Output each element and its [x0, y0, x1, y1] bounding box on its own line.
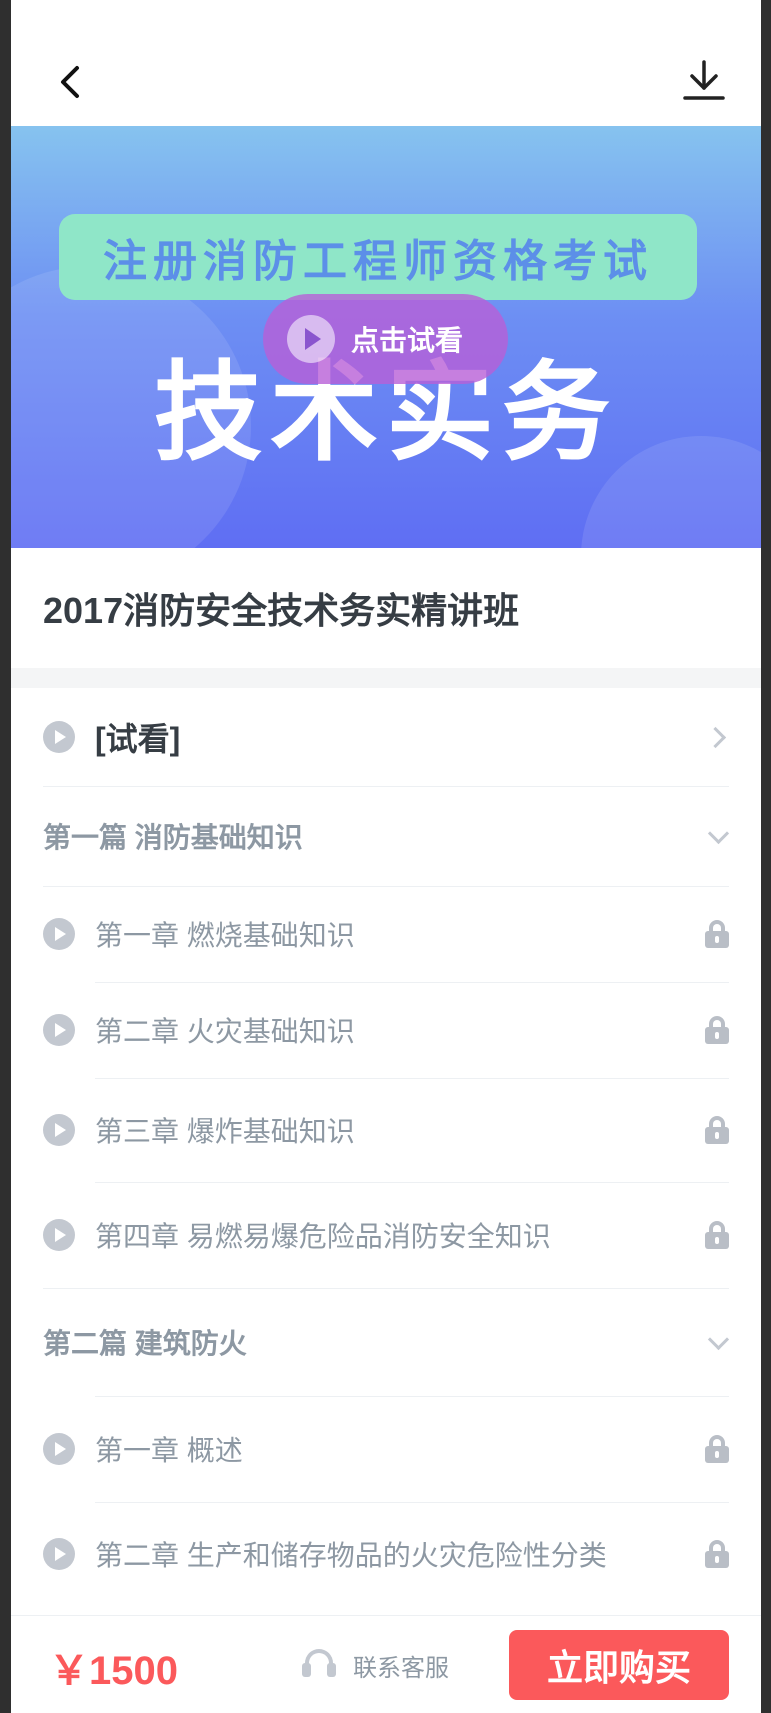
section-title: 第二篇 建筑防火 — [43, 1328, 247, 1359]
chevron-left-icon[interactable] — [51, 62, 91, 102]
app-screen: 注册消防工程师资格考试 技术实务 点击试看 2017消防安全技术务实精讲班 [试… — [11, 0, 761, 1713]
play-icon — [43, 1433, 75, 1465]
top-bar — [11, 0, 761, 126]
list-item-label: 第一章 燃烧基础知识 — [95, 920, 355, 951]
play-icon — [43, 1219, 75, 1251]
buy-now-button[interactable]: 立即购买 — [509, 1630, 729, 1700]
list-item-lesson[interactable]: 第一章 燃烧基础知识 — [43, 886, 729, 982]
play-icon — [287, 315, 335, 363]
section-title: 第一篇 消防基础知识 — [43, 822, 303, 853]
play-icon — [43, 1114, 75, 1146]
list-item-label: 第三章 爆炸基础知识 — [95, 1116, 355, 1147]
contact-service-label: 联系客服 — [353, 1654, 449, 1682]
lock-icon — [705, 1540, 729, 1568]
download-icon[interactable] — [681, 58, 727, 104]
play-icon — [43, 1014, 75, 1046]
trial-play-label: 点击试看 — [351, 325, 464, 356]
list-item-label: [试看] — [95, 721, 181, 757]
list-item-trial[interactable]: [试看] — [43, 688, 729, 786]
section-header-part1[interactable]: 第一篇 消防基础知识 — [43, 786, 729, 886]
list-item-label: 第二章 火灾基础知识 — [95, 1016, 355, 1047]
banner-subtitle: 注册消防工程师资格考试 — [103, 237, 653, 286]
list-item-label: 第二章 生产和储存物品的火灾危险性分类 — [95, 1540, 607, 1571]
list-item-lesson[interactable]: 第二章 生产和储存物品的火灾危险性分类 — [43, 1502, 729, 1606]
course-title: 2017消防安全技术务实精讲班 — [43, 590, 520, 631]
lock-icon — [705, 1221, 729, 1249]
play-icon — [43, 1538, 75, 1570]
price: ￥1500 — [49, 1649, 178, 1693]
bottom-bar: ￥1500 联系客服 立即购买 — [11, 1615, 761, 1713]
lock-icon — [705, 1116, 729, 1144]
lock-icon — [705, 1435, 729, 1463]
play-icon — [43, 721, 75, 753]
list-item-lesson[interactable]: 第二章 火灾基础知识 — [43, 982, 729, 1078]
play-icon — [43, 918, 75, 950]
list-item-lesson[interactable]: 第三章 爆炸基础知识 — [43, 1078, 729, 1182]
list-item-lesson[interactable]: 第四章 易燃易爆危险品消防安全知识 — [43, 1182, 729, 1288]
contact-service-button[interactable]: 联系客服 — [297, 1643, 449, 1687]
chevron-right-icon — [707, 726, 729, 748]
headset-icon — [297, 1643, 341, 1687]
course-banner: 注册消防工程师资格考试 技术实务 点击试看 — [11, 126, 761, 548]
section-header-part2[interactable]: 第二篇 建筑防火 — [43, 1288, 729, 1396]
list-item-label: 第一章 概述 — [95, 1435, 243, 1466]
trial-play-button[interactable]: 点击试看 — [263, 294, 508, 384]
list-item-label: 第四章 易燃易爆危险品消防安全知识 — [95, 1221, 551, 1252]
lock-icon — [705, 1016, 729, 1044]
section-gap — [11, 668, 761, 688]
list-item-lesson[interactable]: 第一章 概述 — [43, 1396, 729, 1502]
lock-icon — [705, 920, 729, 948]
chevron-down-icon — [707, 1331, 729, 1353]
banner-subtitle-box: 注册消防工程师资格考试 — [59, 214, 697, 300]
chevron-down-icon — [707, 825, 729, 847]
